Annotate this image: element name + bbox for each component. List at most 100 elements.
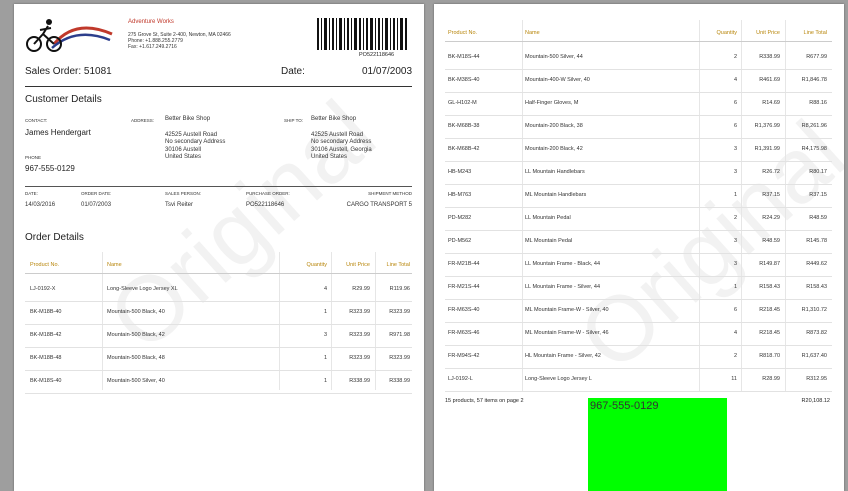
- cell-name: Half-Finger Gloves, M: [525, 99, 579, 106]
- company-name: Adventure Works: [128, 19, 174, 25]
- cell-product-no: BK-M18B-40: [30, 308, 62, 315]
- cell-name: Mountain-400-W Silver, 40: [525, 76, 590, 83]
- cell-line-total: R323.99: [389, 308, 410, 315]
- cell-name: Mountain-200 Black, 42: [525, 145, 583, 152]
- cell-product-no: BK-M18S-40: [30, 377, 62, 384]
- date-label: Date:: [281, 66, 305, 77]
- cell-product-no: PD-M282: [448, 214, 472, 221]
- cell-product-no: BK-M68B-38: [448, 122, 480, 129]
- meta-shipment-method: CARGO TRANSPORT 5: [346, 202, 412, 208]
- row-divider: [445, 207, 832, 208]
- cell-product-no: FR-M21S-44: [448, 283, 480, 290]
- cell-product-no: LJ-0192-L: [448, 375, 473, 382]
- barcode-icon: [317, 18, 407, 50]
- cell-name: ML Mountain Frame-W - Silver, 40: [525, 306, 609, 313]
- cell-product-no: BK-M38S-40: [448, 76, 480, 83]
- col-line-total: Line Total: [386, 262, 410, 268]
- cell-line-total: R677.99: [806, 53, 827, 60]
- cell-name: Mountain-500 Silver, 40: [107, 377, 165, 384]
- cell-line-total: R971.98: [389, 331, 410, 338]
- row-divider: [445, 276, 832, 277]
- cell-line-total: R8,261.96: [801, 122, 827, 129]
- highlight-phone: 967-555-0129: [590, 400, 659, 412]
- row-divider: [445, 184, 832, 185]
- meta-purchase-order-label: PURCHASE ORDER:: [246, 191, 290, 196]
- row-divider: [445, 253, 832, 254]
- cell-name: ML Mountain Pedal: [525, 237, 573, 244]
- cell-name: Mountain-500 Black, 42: [107, 331, 165, 338]
- contact-label: CONTACT:: [25, 118, 48, 123]
- company-address: 275 Grove St, Suite 2-400, Newton, MA 02…: [128, 32, 231, 51]
- cell-product-no: FR-M63S-46: [448, 329, 480, 336]
- meta-date-label: DATE:: [25, 191, 38, 196]
- customer-details-heading: Customer Details: [25, 94, 102, 105]
- order-table-page-2: Product No. Name Quantity Unit Price Lin…: [445, 20, 832, 392]
- row-divider: [445, 368, 832, 369]
- cell-line-total: R145.78: [806, 237, 827, 244]
- col-line-total: Line Total: [803, 30, 827, 36]
- cell-line-total: R873.82: [806, 329, 827, 336]
- company-logo-icon: [24, 16, 114, 56]
- row-divider: [445, 92, 832, 93]
- row-divider: [445, 115, 832, 116]
- order-details-heading: Order Details: [25, 232, 84, 243]
- cell-product-no: FR-M94S-42: [448, 352, 480, 359]
- contact-name: James Hendergart: [25, 128, 91, 137]
- cell-line-total: R1,637.40: [801, 352, 827, 359]
- cell-line-total: R119.96: [389, 285, 410, 292]
- meta-purchase-order: PO522118646: [246, 202, 285, 208]
- cell-line-total: R449.62: [806, 260, 827, 267]
- meta-sales-person: Tsvi Reiter: [165, 202, 194, 208]
- cell-product-no: GL-H102-M: [448, 99, 477, 106]
- cell-line-total: R88.16: [809, 99, 827, 106]
- cell-product-no: BK-M18S-44: [448, 53, 480, 60]
- divider: [25, 186, 412, 187]
- sales-order-title: Sales Order: 51081: [25, 66, 112, 77]
- cell-product-no: PD-M562: [448, 237, 472, 244]
- phone-label: PHONE: [25, 155, 42, 160]
- row-divider: [445, 322, 832, 323]
- cell-name: Long-Sleeve Logo Jersey L: [525, 375, 592, 382]
- cell-name: Mountain-500 Black, 48: [107, 354, 165, 361]
- address-label: ADDRESS:: [131, 118, 155, 123]
- meta-shipment-label: SHIPMENT METHOD: [368, 191, 412, 196]
- row-divider: [25, 347, 412, 348]
- cell-name: Mountain-200 Black, 38: [525, 122, 583, 129]
- cell-line-total: R4,175.98: [801, 145, 827, 152]
- cell-product-no: BK-M18B-48: [30, 354, 62, 361]
- billing-address: Better Bike Shop 42525 Austell Road No s…: [165, 116, 226, 160]
- shipping-address: Better Bike Shop 42525 Austell Road No s…: [311, 116, 372, 160]
- cell-name: Long-Sleeve Logo Jersey XL: [107, 285, 178, 292]
- cell-name: Mountain-500 Silver, 44: [525, 53, 583, 60]
- cell-product-no: FR-M63S-40: [448, 306, 480, 313]
- report-page-2: Original Product No. Name Quantity Unit …: [434, 4, 844, 491]
- cell-product-no: HB-M763: [448, 191, 472, 198]
- contact-phone: 967-555-0129: [25, 164, 75, 173]
- col-product-no: Product No.: [30, 262, 60, 268]
- cell-line-total: R1,310.72: [801, 306, 827, 313]
- meta-order-date-label: ORDER DATE:: [81, 191, 112, 196]
- divider: [25, 86, 412, 87]
- cell-product-no: BK-M18B-42: [30, 331, 62, 338]
- cell-line-total: R323.99: [389, 354, 410, 361]
- cell-name: ML Mountain Frame-W - Silver, 46: [525, 329, 609, 336]
- cell-line-total: R158.43: [806, 283, 827, 290]
- cell-name: ML Mountain Handlebars: [525, 191, 587, 198]
- row-divider: [445, 69, 832, 70]
- row-divider: [25, 393, 412, 394]
- row-divider: [445, 138, 832, 139]
- row-divider: [445, 391, 832, 392]
- cell-line-total: R37.15: [809, 191, 827, 198]
- grand-total: R20,108.12: [801, 398, 830, 404]
- cell-name: LL Mountain Pedal: [525, 214, 571, 221]
- col-name: Name: [525, 30, 540, 36]
- highlight-box: 967-555-0129: [588, 398, 727, 491]
- cell-name: Mountain-500 Black, 40: [107, 308, 165, 315]
- cell-product-no: HB-M243: [448, 168, 472, 175]
- cell-line-total: R1,846.78: [801, 76, 827, 83]
- ship-to-label: SHIP TO:: [284, 118, 304, 123]
- cell-name: HL Mountain Frame - Silver, 42: [525, 352, 601, 359]
- cell-name: LL Mountain Frame - Silver, 44: [525, 283, 600, 290]
- page-summary: 15 products, 57 items on page 2: [445, 398, 524, 404]
- row-divider: [25, 324, 412, 325]
